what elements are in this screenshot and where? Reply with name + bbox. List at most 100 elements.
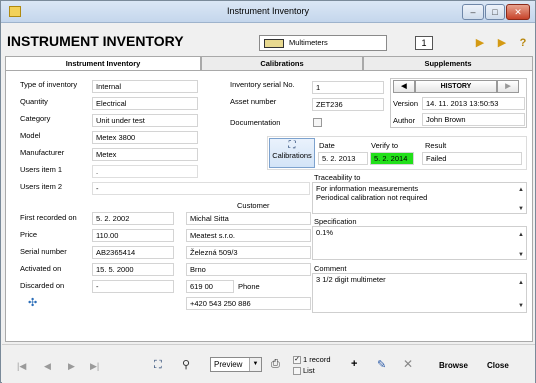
result-label: Result: [425, 141, 447, 150]
calibrations-button-label: Calibrations: [272, 151, 312, 160]
history-next-button[interactable]: ▶: [497, 80, 519, 93]
comment-value: 3 1/2 digit multimeter: [316, 275, 386, 284]
calibrations-button[interactable]: ⛶ Calibrations: [269, 138, 315, 168]
comment-label: Comment: [314, 264, 347, 273]
page-title: INSTRUMENT INVENTORY: [7, 33, 184, 49]
import-icon[interactable]: ▶: [493, 35, 511, 51]
next-record-button[interactable]: ▶: [68, 361, 75, 372]
help-icon[interactable]: ?: [514, 35, 532, 51]
minimize-button[interactable]: –: [462, 4, 484, 20]
traceability-label: Traceability to: [314, 173, 361, 182]
tab-calibrations[interactable]: Calibrations: [201, 56, 363, 70]
cal-date-label: Date: [319, 141, 335, 150]
scroll-down-icon[interactable]: ▼: [518, 205, 524, 214]
title-bar: Instrument Inventory – □ ✕: [1, 1, 535, 23]
tab-supplements[interactable]: Supplements: [363, 56, 533, 70]
discarded-field[interactable]: -: [92, 280, 174, 293]
print-icon[interactable]: ⎙: [271, 358, 280, 371]
specification-value: 0.1%: [316, 228, 334, 237]
scroll-down-icon[interactable]: ▼: [518, 251, 524, 260]
one-record-checkbox[interactable]: ✓: [293, 356, 301, 364]
last-record-button[interactable]: ▶|: [90, 361, 99, 372]
export-icon[interactable]: ▶: [471, 35, 489, 51]
history-button[interactable]: HISTORY: [415, 80, 497, 93]
history-prev-button[interactable]: ◀: [393, 80, 415, 93]
result-field: Failed: [422, 152, 522, 165]
type-label: Type of inventory: [20, 80, 78, 89]
traceability-area[interactable]: For information measurements Periodical …: [312, 182, 527, 214]
list-checkbox[interactable]: [293, 367, 301, 375]
specification-area[interactable]: 0.1% ▲ ▼: [312, 226, 527, 260]
activated-field[interactable]: 15. 5. 2000: [92, 263, 174, 276]
users1-field[interactable]: .: [92, 165, 198, 178]
scroll-up-icon[interactable]: ▲: [518, 279, 524, 288]
documentation-checkbox[interactable]: [313, 118, 322, 127]
manufacturer-field[interactable]: Metex: [92, 148, 198, 161]
specification-label: Specification: [314, 217, 357, 226]
close-button[interactable]: Close: [487, 361, 509, 370]
model-field[interactable]: Metex 3800: [92, 131, 198, 144]
price-label: Price: [20, 230, 38, 239]
version-label: Version: [393, 99, 419, 108]
users1-label: Users item 1: [20, 165, 63, 174]
search-icon[interactable]: ⚲: [182, 358, 190, 371]
prev-record-button[interactable]: ◀: [44, 361, 51, 372]
record-count-badge[interactable]: 1: [415, 36, 433, 50]
comment-area[interactable]: 3 1/2 digit multimeter ▲ ▼: [312, 273, 527, 313]
version-field: 14. 11. 2013 13:50:53: [422, 97, 525, 110]
app-window: Instrument Inventory – □ ✕ INSTRUMENT IN…: [0, 0, 536, 383]
scroll-up-icon[interactable]: ▲: [518, 186, 524, 195]
price-field[interactable]: 110.00: [92, 229, 174, 242]
browse-button[interactable]: Browse: [439, 361, 468, 370]
customer-zip-field[interactable]: 619 00: [186, 280, 234, 293]
multimeter-icon: [264, 39, 284, 48]
tab-instrument-inventory[interactable]: Instrument Inventory: [5, 56, 201, 70]
phone-label: Phone: [238, 282, 260, 291]
add-icon[interactable]: +: [351, 358, 357, 370]
customer-label: Customer: [237, 201, 270, 210]
discarded-label: Discarded on: [20, 281, 65, 290]
inv-serial-field[interactable]: 1: [312, 81, 384, 94]
customer-name-field[interactable]: Michal Sitta: [186, 212, 311, 225]
users2-field[interactable]: -: [92, 182, 310, 195]
customer-street-field[interactable]: Železná 509/3: [186, 246, 311, 259]
scroll-up-icon[interactable]: ▲: [518, 231, 524, 240]
customer-company-field[interactable]: Meatest s.r.o.: [186, 229, 311, 242]
scroll-down-icon[interactable]: ▼: [518, 302, 524, 311]
manufacturer-label: Manufacturer: [20, 148, 65, 157]
quantity-field[interactable]: Electrical: [92, 97, 198, 110]
close-window-button[interactable]: ✕: [506, 4, 530, 20]
edit-icon[interactable]: ✎: [377, 358, 386, 371]
maximize-button[interactable]: □: [485, 4, 505, 20]
asset-field[interactable]: ZET236: [312, 98, 384, 111]
window-title: Instrument Inventory: [226, 6, 310, 16]
link-icon[interactable]: ✣: [28, 296, 37, 309]
instrument-group-value: Multimeters: [289, 38, 328, 47]
inv-serial-label: Inventory serial No.: [230, 80, 295, 89]
customer-city-field[interactable]: Brno: [186, 263, 311, 276]
serial-label: Serial number: [20, 247, 67, 256]
traceability-line1: For information measurements: [316, 184, 419, 193]
cal-date-field: 5. 2. 2013: [318, 152, 368, 165]
category-field[interactable]: Unit under test: [92, 114, 198, 127]
author-label: Author: [393, 116, 416, 125]
documentation-label: Documentation: [230, 118, 281, 127]
chevron-down-icon: ▼: [249, 358, 261, 371]
find-icon[interactable]: ⛶: [154, 359, 162, 372]
output-select-value: Preview: [214, 360, 243, 369]
traceability-line2: Periodical calibration not required: [316, 193, 428, 202]
serial-field[interactable]: AB2365414: [92, 246, 174, 259]
activated-label: Activated on: [20, 264, 62, 273]
quantity-label: Quantity: [20, 97, 48, 106]
asset-label: Asset number: [230, 97, 277, 106]
one-record-label: 1 record: [303, 355, 331, 364]
first-recorded-field[interactable]: 5. 2. 2002: [92, 212, 174, 225]
output-select[interactable]: Preview ▼: [210, 357, 262, 372]
author-field: John Brown: [422, 113, 525, 126]
delete-icon[interactable]: ✕: [403, 357, 413, 371]
first-record-button[interactable]: |◀: [17, 361, 26, 372]
type-field[interactable]: Internal: [92, 80, 198, 93]
binoculars-icon: ⛶: [288, 140, 296, 151]
customer-phone-field[interactable]: +420 543 250 886: [186, 297, 311, 310]
instrument-group-select[interactable]: Multimeters: [259, 35, 387, 51]
